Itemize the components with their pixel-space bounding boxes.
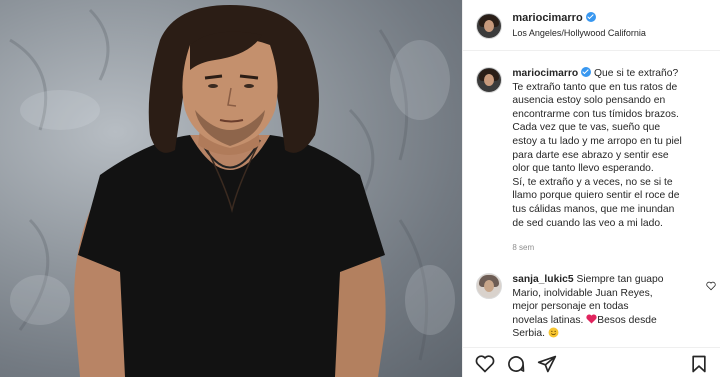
bookmark-icon[interactable] xyxy=(689,354,709,374)
author-username-text[interactable]: mariocimarro xyxy=(512,12,582,24)
caption-line: de sed cuando las veo a mi lado. xyxy=(512,217,663,229)
post-header: mariocimarro Los Angeles/Hollywood Calif… xyxy=(463,0,720,51)
share-icon[interactable] xyxy=(537,354,557,374)
comment-line: novelas latinas. xyxy=(512,314,587,326)
author-avatar[interactable] xyxy=(476,13,503,39)
caption-author-avatar[interactable] xyxy=(476,67,503,93)
instagram-post: mariocimarro Los Angeles/Hollywood Calif… xyxy=(0,0,720,377)
caption-author-username[interactable]: mariocimarro xyxy=(512,68,578,79)
post-photo[interactable] xyxy=(0,0,463,377)
post-caption: mariocimarro Que si te extraño? Te extra… xyxy=(512,67,712,230)
comment-line: mejor personaje en todas xyxy=(512,301,629,313)
caption-line: ausencia estoy solo pensando en xyxy=(512,95,666,107)
comment-line: Serbia. xyxy=(512,328,548,340)
caption-line: encontrarme con tus tímidos brazos. xyxy=(512,108,679,120)
post-side-panel: mariocimarro Los Angeles/Hollywood Calif… xyxy=(462,0,720,377)
red-heart-emoji-icon xyxy=(586,314,597,324)
commenter-avatar[interactable] xyxy=(476,273,503,299)
verified-badge-icon xyxy=(585,12,596,22)
caption-line: Cada vez que te vas, sueño que xyxy=(512,122,661,134)
caption-line: Te extraño tanto que en tus ratos de xyxy=(512,81,678,93)
comment-line: Besos desde xyxy=(597,314,657,326)
avatar-face xyxy=(484,280,495,292)
caption-line: Sí, te extraño y a veces, no se si te xyxy=(512,176,673,188)
caption-line: llamo porque quiero sentir el roce de xyxy=(512,190,680,202)
comment-icon[interactable] xyxy=(506,354,526,374)
comment-line: Siempre tan guapo xyxy=(573,274,664,285)
comment: sanja_lukic5 Siempre tan guapo Mario, in… xyxy=(512,273,702,341)
caption-line: tus cálidas manos, que me inundan xyxy=(512,203,675,215)
caption-line: Que si te extraño? xyxy=(591,68,679,79)
caption-line: estoy a tu lado y me arropo en tu piel xyxy=(512,135,682,147)
smile-emoji-icon xyxy=(548,327,559,338)
post-location[interactable]: Los Angeles/Hollywood California xyxy=(512,28,646,38)
author-username-header[interactable]: mariocimarro xyxy=(512,12,596,24)
caption-line: olor que tanto llevo esperando. xyxy=(512,163,654,175)
comment-line: Mario, inolvidable Juan Reyes, xyxy=(512,287,653,299)
comment-like-heart-icon[interactable] xyxy=(706,281,717,291)
heart-icon[interactable] xyxy=(475,354,495,374)
action-bar xyxy=(463,347,720,378)
verified-badge-icon xyxy=(581,67,592,77)
avatar-face xyxy=(484,74,495,86)
post-timestamp[interactable]: 8 sem xyxy=(512,243,534,252)
caption-line: para darte ese abrazo y sentir ese xyxy=(512,149,669,161)
commenter-username[interactable]: sanja_lukic5 xyxy=(512,274,573,285)
post-photo-illustration xyxy=(9,5,455,377)
avatar-face xyxy=(484,20,495,32)
